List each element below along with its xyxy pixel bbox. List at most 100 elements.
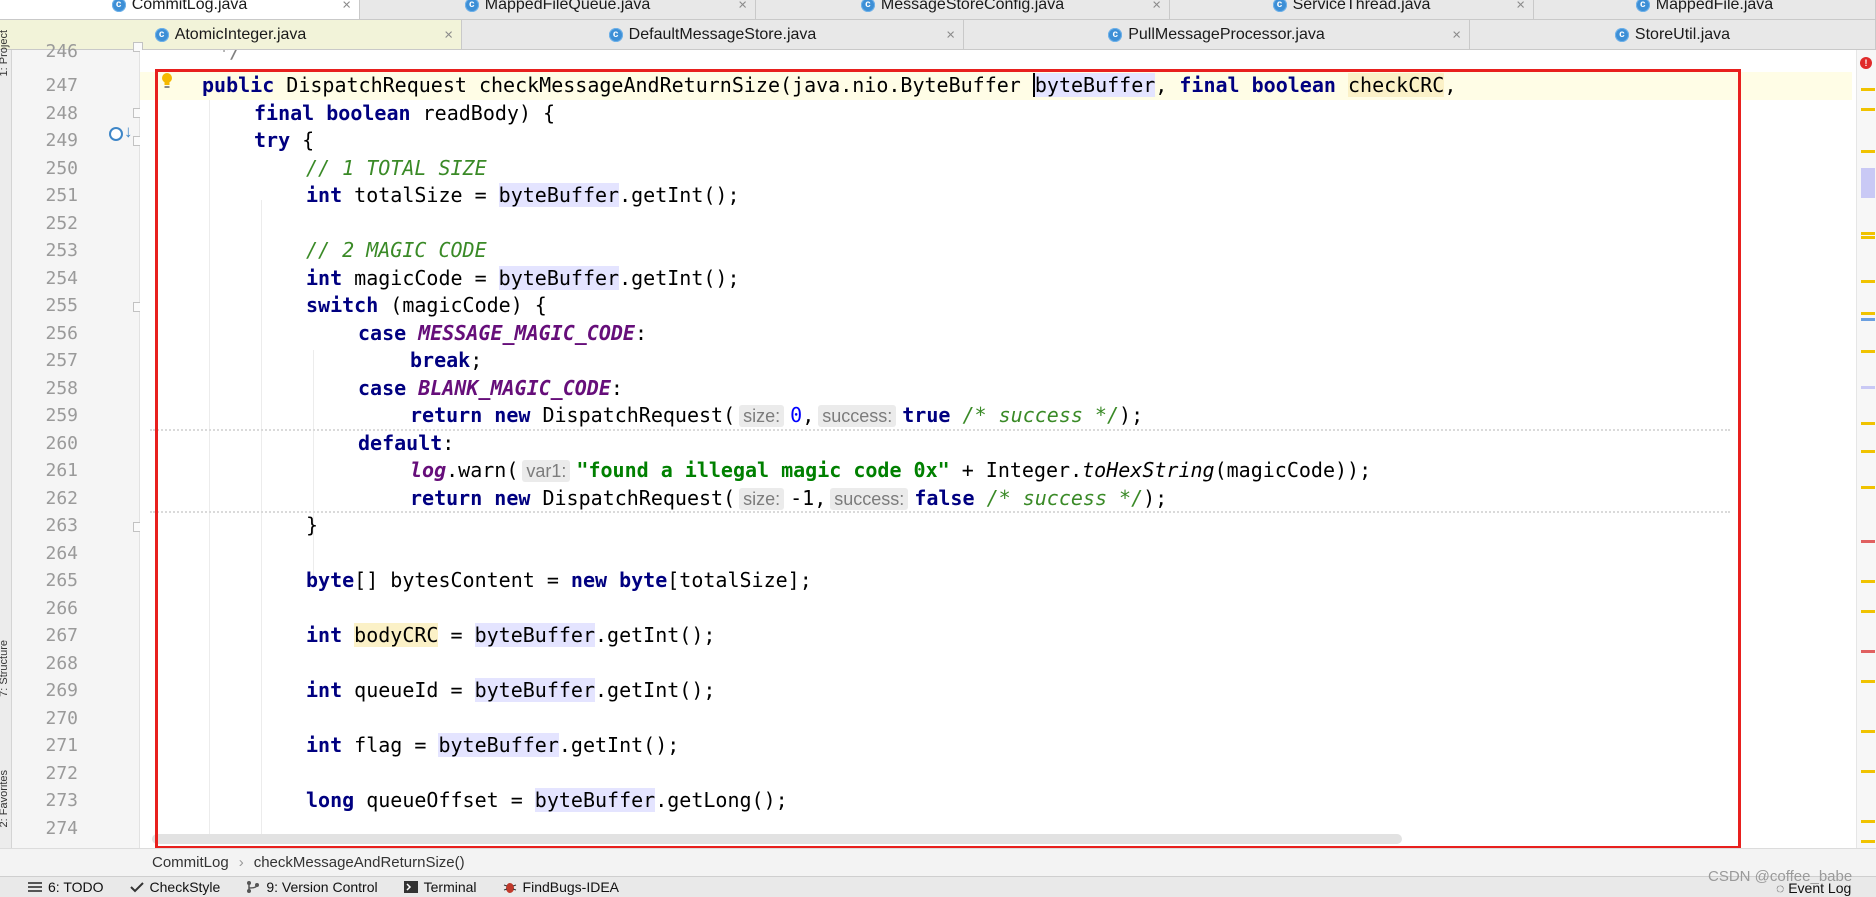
- warning-mark[interactable]: [1861, 422, 1875, 425]
- warning-mark[interactable]: [1861, 350, 1875, 353]
- close-icon[interactable]: ×: [1152, 0, 1161, 13]
- tab-label: MessageStoreConfig.java: [880, 0, 1065, 13]
- bug-icon: [503, 883, 516, 893]
- event-log-label: Event Log: [1788, 880, 1852, 896]
- lightbulb-icon[interactable]: [160, 72, 174, 90]
- warning-mark[interactable]: [1861, 450, 1875, 453]
- warning-mark[interactable]: [1861, 610, 1875, 613]
- close-icon[interactable]: ×: [738, 0, 747, 13]
- warning-mark[interactable]: [1861, 770, 1875, 773]
- usage-mark[interactable]: [1861, 168, 1875, 198]
- class-icon: c: [111, 0, 126, 12]
- close-icon[interactable]: ×: [444, 26, 453, 43]
- line-number: 265: [45, 570, 78, 591]
- event-log-icon: ◌: [1776, 880, 1785, 896]
- line-number: 258: [45, 377, 78, 399]
- breadcrumb-item-method[interactable]: checkMessageAndReturnSize(): [254, 854, 465, 871]
- line-number-gutter[interactable]: 246 247 248 249 250 251 252 253 254 255 …: [12, 41, 143, 860]
- error-mark[interactable]: [1861, 650, 1875, 653]
- warning-mark[interactable]: [1861, 486, 1875, 489]
- code-line: int magicCode = byteBuffer.getInt();: [306, 265, 740, 290]
- breadcrumb-item-class[interactable]: CommitLog: [152, 854, 229, 871]
- implementing-method-icon[interactable]: [109, 127, 123, 141]
- code-line: int totalSize = byteBuffer.getInt();: [306, 183, 740, 207]
- line-number: 262: [45, 487, 78, 509]
- code-line: switch (magicCode) {: [306, 293, 547, 317]
- class-icon: c: [608, 27, 623, 42]
- error-indicator-icon[interactable]: !: [1860, 57, 1872, 69]
- usage-mark[interactable]: [1861, 318, 1875, 321]
- code-line: int bodyCRC = byteBuffer.getInt();: [306, 623, 716, 647]
- line-number: 253: [45, 240, 78, 261]
- warning-mark[interactable]: [1861, 580, 1875, 583]
- down-arrow-icon[interactable]: ↓: [124, 122, 133, 142]
- warning-mark[interactable]: [1861, 88, 1875, 91]
- line-number: 266: [45, 597, 78, 619]
- warning-mark[interactable]: [1861, 840, 1875, 843]
- warning-mark[interactable]: [1861, 232, 1875, 235]
- indent-guide: [313, 350, 314, 575]
- event-log-button[interactable]: ◌ Event Log: [1776, 880, 1851, 896]
- todo-tool-button[interactable]: 6: TODO: [28, 879, 104, 895]
- tab-mappedfile[interactable]: c MappedFile.java: [1534, 0, 1876, 19]
- findbugs-tool-button[interactable]: FindBugs-IDEA: [503, 879, 619, 895]
- line-number: 263: [45, 515, 78, 536]
- line-number: 274: [45, 817, 78, 839]
- warning-mark[interactable]: [1861, 680, 1875, 683]
- class-icon: c: [1614, 27, 1629, 42]
- tab-messagestoreconfig[interactable]: c MessageStoreConfig.java ×: [756, 0, 1170, 19]
- class-icon: c: [464, 0, 479, 12]
- line-number: 268: [45, 652, 78, 674]
- param-hint: size:: [739, 487, 785, 510]
- usage-mark[interactable]: [1861, 386, 1875, 389]
- code-line: try {: [254, 128, 315, 152]
- error-stripe[interactable]: [1856, 50, 1876, 860]
- close-icon[interactable]: ×: [1452, 26, 1461, 43]
- tab-defaultmessagestore[interactable]: c DefaultMessageStore.java ×: [462, 20, 964, 49]
- tab-label: StoreUtil.java: [1634, 25, 1731, 43]
- error-mark[interactable]: [1861, 540, 1875, 543]
- warning-mark[interactable]: [1861, 150, 1875, 153]
- code-line: */: [218, 50, 243, 63]
- list-icon: [28, 882, 42, 892]
- tab-storeutil[interactable]: c StoreUtil.java: [1470, 20, 1876, 49]
- editor-tabs-row-2: c AtomicInteger.java × c DefaultMessageS…: [0, 20, 1876, 50]
- warning-mark[interactable]: [1861, 108, 1875, 111]
- code-line: case BLANK_MAGIC_CODE:: [358, 375, 623, 400]
- bottom-toolbar: 6: TODO CheckStyle 9: Version Control Te…: [0, 876, 1876, 897]
- code-line: log.warn(var1: "found a illegal magic cod…: [410, 458, 1372, 482]
- project-tool-button[interactable]: 1: Project: [0, 30, 10, 76]
- code-editor[interactable]: */ public DispatchRequest checkMessageAn…: [140, 50, 1852, 860]
- warning-mark[interactable]: [1861, 236, 1875, 239]
- warning-mark[interactable]: [1861, 280, 1875, 283]
- favorites-tool-button[interactable]: 2: Favorites: [0, 770, 10, 827]
- line-number: 247: [45, 75, 78, 96]
- tool-label: CheckStyle: [149, 879, 221, 895]
- tab-label: MappedFile.java: [1655, 0, 1774, 13]
- warning-mark[interactable]: [1861, 312, 1875, 315]
- close-icon[interactable]: ×: [1516, 0, 1525, 13]
- line-number: 246: [45, 41, 78, 62]
- warning-mark[interactable]: [1861, 730, 1875, 733]
- code-line: // 1 TOTAL SIZE: [306, 155, 487, 180]
- terminal-tool-button[interactable]: Terminal: [403, 879, 477, 895]
- close-icon[interactable]: ×: [946, 26, 955, 43]
- tab-mappedfilequeue[interactable]: c MappedFileQueue.java ×: [360, 0, 756, 19]
- close-icon[interactable]: ×: [342, 0, 351, 13]
- version-control-tool-button[interactable]: 9: Version Control: [246, 879, 378, 895]
- warning-mark[interactable]: [1861, 820, 1875, 823]
- class-icon: c: [154, 27, 169, 42]
- tab-commitlog[interactable]: c CommitLog.java ×: [0, 0, 360, 19]
- line-number: 260: [45, 432, 78, 454]
- tab-pullmessageprocessor[interactable]: c PullMessageProcessor.java ×: [964, 20, 1470, 49]
- checkstyle-icon: [129, 882, 144, 893]
- code-line: }: [306, 513, 319, 537]
- horizontal-scrollbar[interactable]: [152, 834, 1402, 844]
- checkstyle-tool-button[interactable]: CheckStyle: [129, 879, 221, 895]
- param-hint: size:: [739, 405, 785, 427]
- structure-tool-button[interactable]: 7: Structure: [0, 640, 10, 697]
- line-number: 267: [45, 625, 78, 646]
- line-number: 259: [45, 405, 78, 426]
- tab-label: ServiceThread.java: [1292, 0, 1431, 13]
- tab-servicethread[interactable]: c ServiceThread.java ×: [1170, 0, 1534, 19]
